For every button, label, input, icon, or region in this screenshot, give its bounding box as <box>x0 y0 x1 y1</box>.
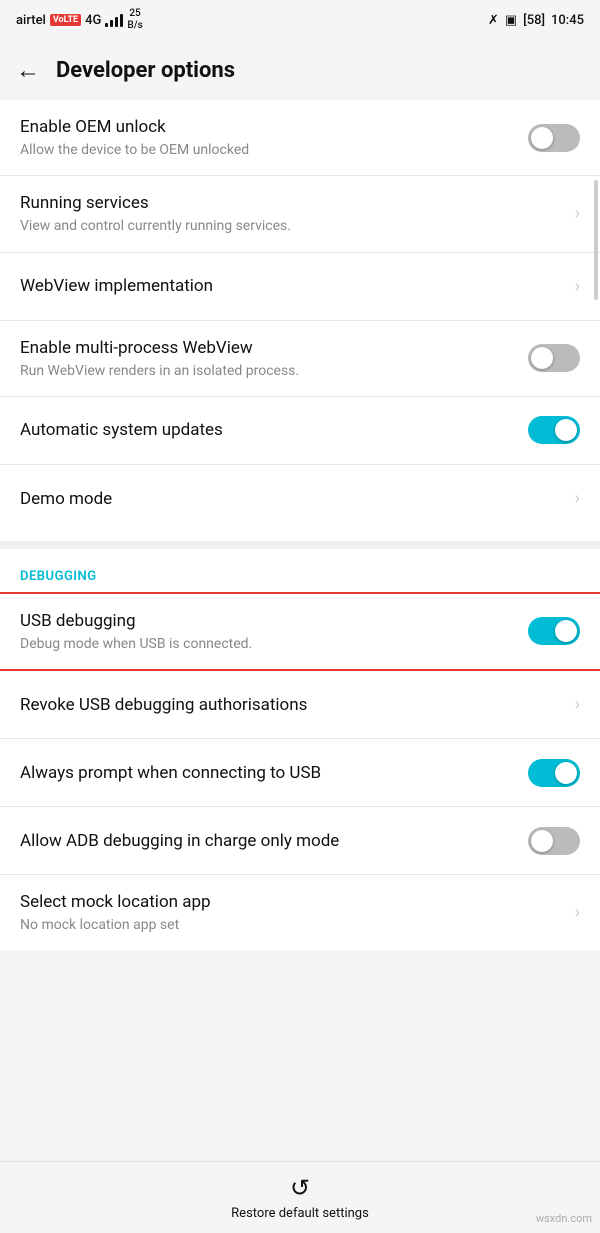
revoke-usb-title: Revoke USB debugging authorisations <box>20 694 563 716</box>
setting-demo-mode[interactable]: Demo mode › <box>0 465 600 533</box>
setting-mock-location[interactable]: Select mock location app No mock locatio… <box>0 875 600 950</box>
content-wrapper: Enable OEM unlock Allow the device to be… <box>0 100 600 1038</box>
oem-unlock-subtitle: Allow the device to be OEM unlocked <box>20 141 516 159</box>
setting-oem-unlock[interactable]: Enable OEM unlock Allow the device to be… <box>0 100 600 176</box>
oem-unlock-title: Enable OEM unlock <box>20 116 516 138</box>
section-gap <box>0 541 600 549</box>
page-title: Developer options <box>56 58 235 83</box>
multiprocess-subtitle: Run WebView renders in an isolated proce… <box>20 362 516 380</box>
status-bar: airtel VoLTE 4G 25 B/s ✗ ▣ [58] 10:45 <box>0 0 600 40</box>
always-prompt-title: Always prompt when connecting to USB <box>20 762 516 784</box>
webview-title: WebView implementation <box>20 275 563 297</box>
setting-revoke-usb[interactable]: Revoke USB debugging authorisations › <box>0 671 600 739</box>
header: ← Developer options <box>0 40 600 100</box>
adb-charge-title: Allow ADB debugging in charge only mode <box>20 830 516 852</box>
webview-chevron: › <box>575 276 580 297</box>
volte-badge: VoLTE <box>50 14 81 26</box>
bluetooth-icon: ✗ <box>488 13 499 28</box>
running-services-title: Running services <box>20 192 563 214</box>
mock-location-subtitle: No mock location app set <box>20 916 563 934</box>
demo-mode-chevron: › <box>575 488 580 509</box>
phone-vibrate-icon: ▣ <box>505 13 517 28</box>
status-left: airtel VoLTE 4G 25 B/s <box>16 8 143 32</box>
back-button[interactable]: ← <box>16 56 40 85</box>
auto-updates-title: Automatic system updates <box>20 419 516 441</box>
setting-webview[interactable]: WebView implementation › <box>0 253 600 321</box>
setting-always-prompt[interactable]: Always prompt when connecting to USB <box>0 739 600 807</box>
setting-auto-updates[interactable]: Automatic system updates <box>0 397 600 465</box>
oem-unlock-toggle[interactable] <box>528 124 580 152</box>
status-right: ✗ ▣ [58] 10:45 <box>488 13 584 28</box>
mock-location-chevron: › <box>575 902 580 923</box>
settings-content: Enable OEM unlock Allow the device to be… <box>0 100 600 950</box>
demo-mode-title: Demo mode <box>20 488 563 510</box>
setting-adb-charge[interactable]: Allow ADB debugging in charge only mode <box>0 807 600 875</box>
battery-icon: [58] <box>523 13 545 28</box>
adb-charge-toggle[interactable] <box>528 827 580 855</box>
scroll-indicator <box>594 180 598 300</box>
mock-location-title: Select mock location app <box>20 891 563 913</box>
bottom-bar[interactable]: ↺ Restore default settings <box>0 1161 600 1233</box>
always-prompt-toggle[interactable] <box>528 759 580 787</box>
clock: 10:45 <box>551 13 584 28</box>
debugging-header-text: DEBUGGING <box>20 569 97 584</box>
section-debugging: DEBUGGING USB debugging Debug mode when … <box>0 549 600 951</box>
4g-indicator: 4G <box>85 13 101 28</box>
setting-usb-debugging[interactable]: USB debugging Debug mode when USB is con… <box>0 592 600 671</box>
data-speed: 25 B/s <box>127 8 142 32</box>
running-services-subtitle: View and control currently running servi… <box>20 217 563 235</box>
signal-bars-icon <box>105 13 123 27</box>
debugging-section-header: DEBUGGING <box>0 549 600 592</box>
restore-label[interactable]: Restore default settings <box>231 1206 369 1221</box>
multiprocess-toggle[interactable] <box>528 344 580 372</box>
section-main: Enable OEM unlock Allow the device to be… <box>0 100 600 533</box>
restore-icon: ↺ <box>290 1174 310 1202</box>
usb-debugging-subtitle: Debug mode when USB is connected. <box>20 635 516 653</box>
usb-debugging-toggle[interactable] <box>528 617 580 645</box>
auto-updates-toggle[interactable] <box>528 416 580 444</box>
revoke-usb-chevron: › <box>575 694 580 715</box>
setting-running-services[interactable]: Running services View and control curren… <box>0 176 600 252</box>
carrier-name: airtel <box>16 13 46 28</box>
usb-debugging-title: USB debugging <box>20 610 516 632</box>
setting-multiprocess-webview[interactable]: Enable multi-process WebView Run WebView… <box>0 321 600 397</box>
watermark: wsxdn.com <box>536 1212 592 1225</box>
running-services-chevron: › <box>575 203 580 224</box>
multiprocess-title: Enable multi-process WebView <box>20 337 516 359</box>
